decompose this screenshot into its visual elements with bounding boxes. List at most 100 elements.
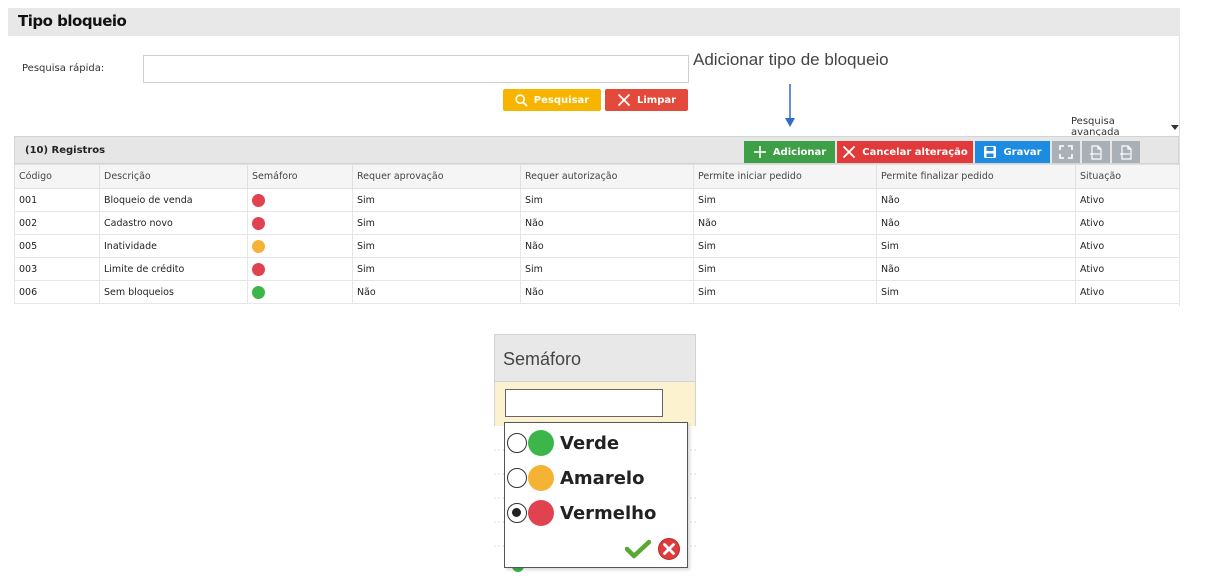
cell-semaforo xyxy=(247,280,353,304)
table-row[interactable]: 006 Sem bloqueios Não Não Sim Sim Ativo xyxy=(14,280,1180,304)
advanced-search-toggle[interactable]: Pesquisa avançada xyxy=(1071,116,1179,138)
cell-requer-autorizacao: Sim xyxy=(520,188,694,212)
semaforo-filter-popup: Verde Amarelo Vermelho xyxy=(504,422,688,568)
cell-semaforo xyxy=(247,257,353,281)
cell-descricao: Inatividade xyxy=(99,234,248,258)
checkmark-icon[interactable] xyxy=(625,539,651,559)
cell-descricao: Bloqueio de venda xyxy=(99,188,248,212)
cell-requer-autorizacao: Sim xyxy=(520,257,694,281)
table-row[interactable]: 001 Bloqueio de venda Sim Sim Sim Não At… xyxy=(14,188,1180,212)
export-xls-button[interactable] xyxy=(1112,141,1140,163)
export-csv-button[interactable] xyxy=(1082,141,1110,163)
cell-requer-aprovacao: Não xyxy=(352,280,521,304)
annotation-arrow-icon xyxy=(785,84,795,127)
add-button[interactable]: Adicionar xyxy=(744,141,835,163)
cancel-change-button[interactable]: Cancelar alteração xyxy=(837,141,973,163)
add-button-label: Adicionar xyxy=(772,146,827,158)
annotation-add-block-type: Adicionar tipo de bloqueio xyxy=(693,50,889,69)
traffic-light-red-icon xyxy=(528,500,554,526)
search-button[interactable]: Pesquisar xyxy=(503,89,601,111)
clear-button-label: Limpar xyxy=(636,94,677,106)
radio-verde[interactable] xyxy=(507,433,527,453)
cell-permite-finalizar: Sim xyxy=(876,280,1076,304)
traffic-light-yellow-icon xyxy=(252,239,265,253)
floppy-disk-icon xyxy=(984,146,997,158)
cell-requer-aprovacao: Sim xyxy=(352,257,521,281)
cell-requer-autorizacao: Não xyxy=(520,234,694,258)
cell-requer-autorizacao: Não xyxy=(520,211,694,235)
traffic-light-red-icon xyxy=(252,216,265,230)
cell-codigo: 005 xyxy=(14,234,100,258)
save-button-label: Gravar xyxy=(1003,146,1042,158)
traffic-light-red-icon xyxy=(252,193,265,207)
option-verde-label: Verde xyxy=(560,432,620,454)
quick-search-input[interactable] xyxy=(143,55,689,83)
radio-amarelo[interactable] xyxy=(507,468,527,488)
radio-vermelho[interactable] xyxy=(507,503,527,523)
quick-search-label: Pesquisa rápida: xyxy=(22,63,105,74)
cell-codigo: 001 xyxy=(14,188,100,212)
semaforo-filter-zoom: Semáforo Verde Amarelo Vermelho xyxy=(494,334,696,572)
cell-permite-iniciar: Sim xyxy=(693,280,877,304)
cell-permite-iniciar: Não xyxy=(693,211,877,235)
column-header-codigo[interactable]: Código xyxy=(14,164,100,189)
cancel-circle-icon[interactable] xyxy=(657,537,681,561)
cell-codigo: 003 xyxy=(14,257,100,281)
cell-descricao: Cadastro novo xyxy=(99,211,248,235)
column-header-situacao[interactable]: Situação xyxy=(1075,164,1180,189)
column-header-permite-iniciar[interactable]: Permite iniciar pedido xyxy=(693,164,877,189)
column-header-descricao[interactable]: Descrição xyxy=(99,164,248,189)
cell-codigo: 002 xyxy=(14,211,100,235)
cell-semaforo xyxy=(247,234,353,258)
block-types-table: Código Descrição Semáforo Requer aprovaç… xyxy=(14,164,1180,304)
cell-permite-finalizar: Não xyxy=(876,211,1076,235)
xls-export-icon xyxy=(1120,144,1132,160)
csv-export-icon xyxy=(1090,144,1102,160)
traffic-light-green-icon xyxy=(252,285,265,299)
cell-requer-autorizacao: Não xyxy=(520,280,694,304)
cell-permite-iniciar: Sim xyxy=(693,188,877,212)
cell-descricao: Limite de crédito xyxy=(99,257,248,281)
expand-button[interactable] xyxy=(1052,141,1080,163)
page-title: Tipo bloqueio xyxy=(18,12,127,30)
option-amarelo[interactable]: Amarelo xyxy=(507,465,644,491)
main-panel: Tipo bloqueio Pesquisa rápida: Pesquisar… xyxy=(8,8,1180,306)
column-header-requer-autorizacao[interactable]: Requer autorização xyxy=(520,164,694,189)
option-verde[interactable]: Verde xyxy=(507,430,619,456)
column-header-requer-aprovacao[interactable]: Requer aprovação xyxy=(352,164,521,189)
semaforo-column-header[interactable]: Semáforo xyxy=(494,334,696,382)
column-header-semaforo[interactable]: Semáforo xyxy=(247,164,353,189)
cell-situacao: Ativo xyxy=(1075,211,1180,235)
cell-situacao: Ativo xyxy=(1075,234,1180,258)
records-count: (10) Registros xyxy=(25,145,106,156)
cell-permite-finalizar: Não xyxy=(876,257,1076,281)
save-button[interactable]: Gravar xyxy=(975,141,1050,163)
advanced-search-label: Pesquisa avançada xyxy=(1071,116,1120,138)
semaforo-filter-input[interactable] xyxy=(505,389,663,417)
traffic-light-red-icon xyxy=(252,262,265,276)
traffic-light-yellow-icon xyxy=(528,465,554,491)
search-icon xyxy=(515,93,528,107)
cancel-change-button-label: Cancelar alteração xyxy=(862,146,968,158)
cell-codigo: 006 xyxy=(14,280,100,304)
filter-actions xyxy=(625,537,681,561)
title-bar: Tipo bloqueio xyxy=(8,8,1180,36)
cell-semaforo xyxy=(247,188,353,212)
plus-icon xyxy=(753,146,766,158)
expand-icon xyxy=(1059,145,1073,159)
option-vermelho[interactable]: Vermelho xyxy=(507,500,656,526)
option-vermelho-label: Vermelho xyxy=(560,502,657,524)
table-row[interactable]: 005 Inatividade Sim Não Sim Sim Ativo xyxy=(14,234,1180,258)
close-icon xyxy=(843,145,856,159)
close-icon xyxy=(617,93,631,107)
cell-permite-iniciar: Sim xyxy=(693,257,877,281)
table-row[interactable]: 002 Cadastro novo Sim Não Não Não Ativo xyxy=(14,211,1180,235)
cell-requer-aprovacao: Sim xyxy=(352,211,521,235)
clear-button[interactable]: Limpar xyxy=(605,89,688,111)
cell-situacao: Ativo xyxy=(1075,257,1180,281)
grid-toolbar: (10) Registros Adicionar Cancelar altera… xyxy=(14,136,1179,164)
column-header-permite-finalizar[interactable]: Permite finalizar pedido xyxy=(876,164,1076,189)
traffic-light-green-icon xyxy=(528,430,554,456)
cell-permite-finalizar: Não xyxy=(876,188,1076,212)
table-row[interactable]: 003 Limite de crédito Sim Sim Sim Não At… xyxy=(14,257,1180,281)
